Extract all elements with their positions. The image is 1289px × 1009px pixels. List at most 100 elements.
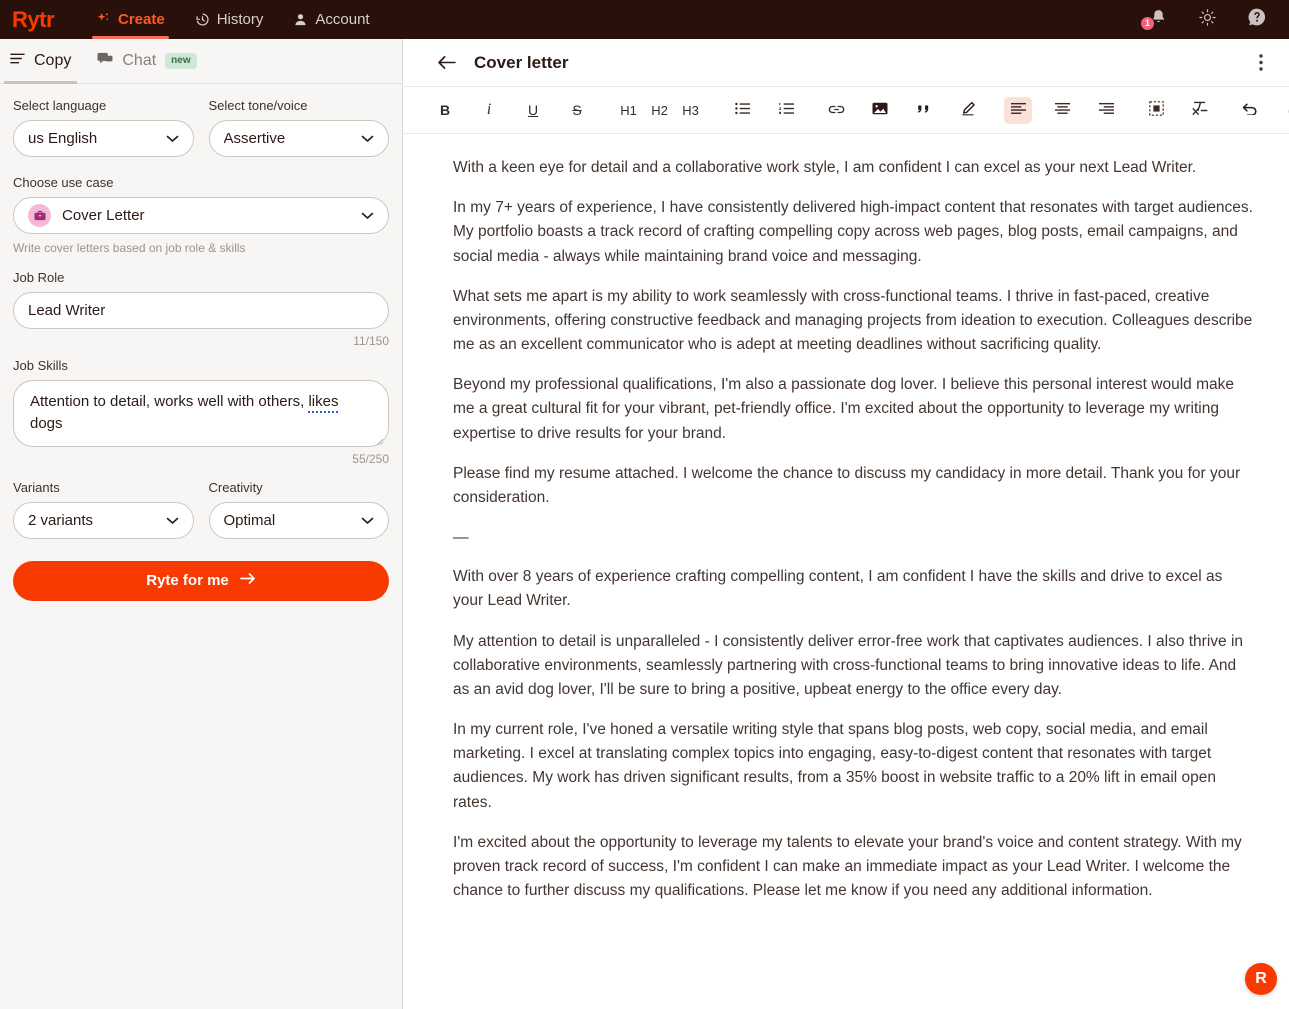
italic-button[interactable]: i [475,97,503,124]
use-case-field: Choose use case Cover Letter Write cover… [13,175,389,255]
tab-copy[interactable]: Copy [3,39,78,84]
bell-icon[interactable]: 1 [1140,8,1168,32]
variants-value: 2 variants [28,511,94,529]
nav-item-create[interactable]: Create [92,0,169,39]
image-button[interactable] [866,97,894,124]
tab-chat[interactable]: Chat new [97,39,197,84]
clear-format-button[interactable] [1186,97,1214,124]
nav-label-account: Account [315,11,370,28]
clock-icon [195,12,210,27]
nav-label-history: History [216,11,264,28]
redo-icon [1286,102,1289,118]
undo-icon [1242,102,1259,118]
resize-grip-icon[interactable] [374,433,384,446]
job-role-label: Job Role [13,270,65,285]
lines-icon [10,52,25,70]
redo-button[interactable] [1280,97,1289,124]
align-right-button[interactable] [1092,97,1120,124]
link-button[interactable] [822,97,850,124]
chevron-down-icon [361,207,374,224]
clear-format-icon [1192,101,1208,119]
variants-label: Variants [13,479,60,495]
nav-label-create: Create [118,11,165,28]
align-center-button[interactable] [1048,97,1076,124]
paragraph: Beyond my professional qualifications, I… [453,376,1234,442]
job-role-input[interactable]: Lead Writer [13,292,389,329]
chevron-down-icon [166,130,179,147]
paragraph: I'm excited about the opportunity to lev… [453,833,1242,900]
chevron-down-icon [361,512,374,529]
sidebar-form: Select language us English Select tone/v… [0,84,402,601]
arrow-right-icon [239,572,256,589]
nav-item-account[interactable]: Account [293,0,370,39]
quote-button[interactable] [910,97,938,124]
paragraph: In my current role, I've honed a versati… [453,721,1217,811]
job-skills-wrapper: Attention to detail, works well with oth… [13,380,389,447]
sidebar-tabs: Copy Chat new [0,39,402,84]
heading1-button[interactable]: H1 [613,97,644,124]
bullet-list-button[interactable] [728,97,756,124]
underline-button[interactable]: U [519,97,547,124]
rytr-assistant-button[interactable]: R [1245,963,1277,995]
numbered-list-icon [778,102,794,118]
variants-select[interactable]: 2 variants [13,501,194,539]
app-layout: Copy Chat new Select language us English… [0,39,1289,1009]
chat-new-badge: new [165,53,197,69]
job-role-counter: 11/150 [353,334,389,348]
top-navbar: Rytr Create History Account 1 [0,0,1289,39]
creativity-select[interactable]: Optimal [208,501,389,539]
variants-field: Variants 2 variants [13,480,194,539]
job-skills-misspelled-word: likes [308,393,339,413]
highlight-pen-icon [960,101,976,119]
insert-block-button[interactable] [1142,97,1170,124]
tab-copy-label: Copy [34,52,72,69]
paragraph: What sets me apart is my ability to work… [453,287,1253,354]
person-icon [293,12,308,27]
job-role-value: Lead Writer [28,302,106,319]
chat-icon [97,52,113,71]
app-root: Rytr Create History Account 1 Copy Chat … [0,0,1289,1009]
chevron-down-icon [166,512,179,529]
briefcase-icon [28,204,51,227]
tab-chat-label: Chat [122,52,157,69]
job-skills-textarea[interactable]: Attention to detail, works well with oth… [13,380,389,447]
undo-button[interactable] [1236,97,1264,124]
use-case-select[interactable]: Cover Letter [13,197,389,234]
align-right-icon [1098,102,1114,118]
paragraph: With over 8 years of experience crafting… [453,568,1223,610]
paragraph: In my 7+ years of experience, I have con… [453,199,1253,265]
use-case-hint: Write cover letters based on job role & … [13,241,246,255]
ryte-for-me-button[interactable]: Ryte for me [13,560,389,601]
language-value: us English [28,130,98,147]
tone-label: Select tone/voice [208,98,308,113]
heading2-button[interactable]: H2 [644,97,675,124]
rytr-logo[interactable]: Rytr [12,8,55,31]
document-content[interactable]: With a keen eye for detail and a collabo… [403,134,1289,1009]
help-icon[interactable] [1247,7,1267,32]
variants-creativity-row: Variants 2 variants Creativity Optimal [13,480,389,539]
link-icon [828,102,845,118]
creativity-field: Creativity Optimal [208,480,389,539]
tone-field: Select tone/voice Assertive [208,98,389,157]
brightness-icon[interactable] [1198,8,1217,32]
numbered-list-button[interactable] [772,97,800,124]
language-select[interactable]: us English [13,120,194,157]
align-left-button[interactable] [1004,96,1032,124]
nav-item-history[interactable]: History [195,0,264,39]
language-field: Select language us English [13,98,194,157]
job-skills-text-part2: dogs [30,414,63,432]
bullet-list-icon [734,102,750,118]
kebab-menu-icon[interactable] [1255,50,1267,75]
strikethrough-button[interactable]: S [563,97,591,124]
language-label: Select language [13,98,107,113]
heading3-button[interactable]: H3 [675,97,706,124]
nav-right-group: 1 [1140,7,1275,32]
highlight-button[interactable] [954,97,982,124]
tone-select[interactable]: Assertive [208,120,389,157]
notification-badge: 1 [1140,15,1155,31]
sparkles-icon [96,12,111,27]
job-skills-label: Job Skills [13,358,68,373]
align-left-icon [1010,102,1026,118]
back-arrow-icon[interactable] [437,55,456,70]
bold-button[interactable]: B [431,97,459,124]
